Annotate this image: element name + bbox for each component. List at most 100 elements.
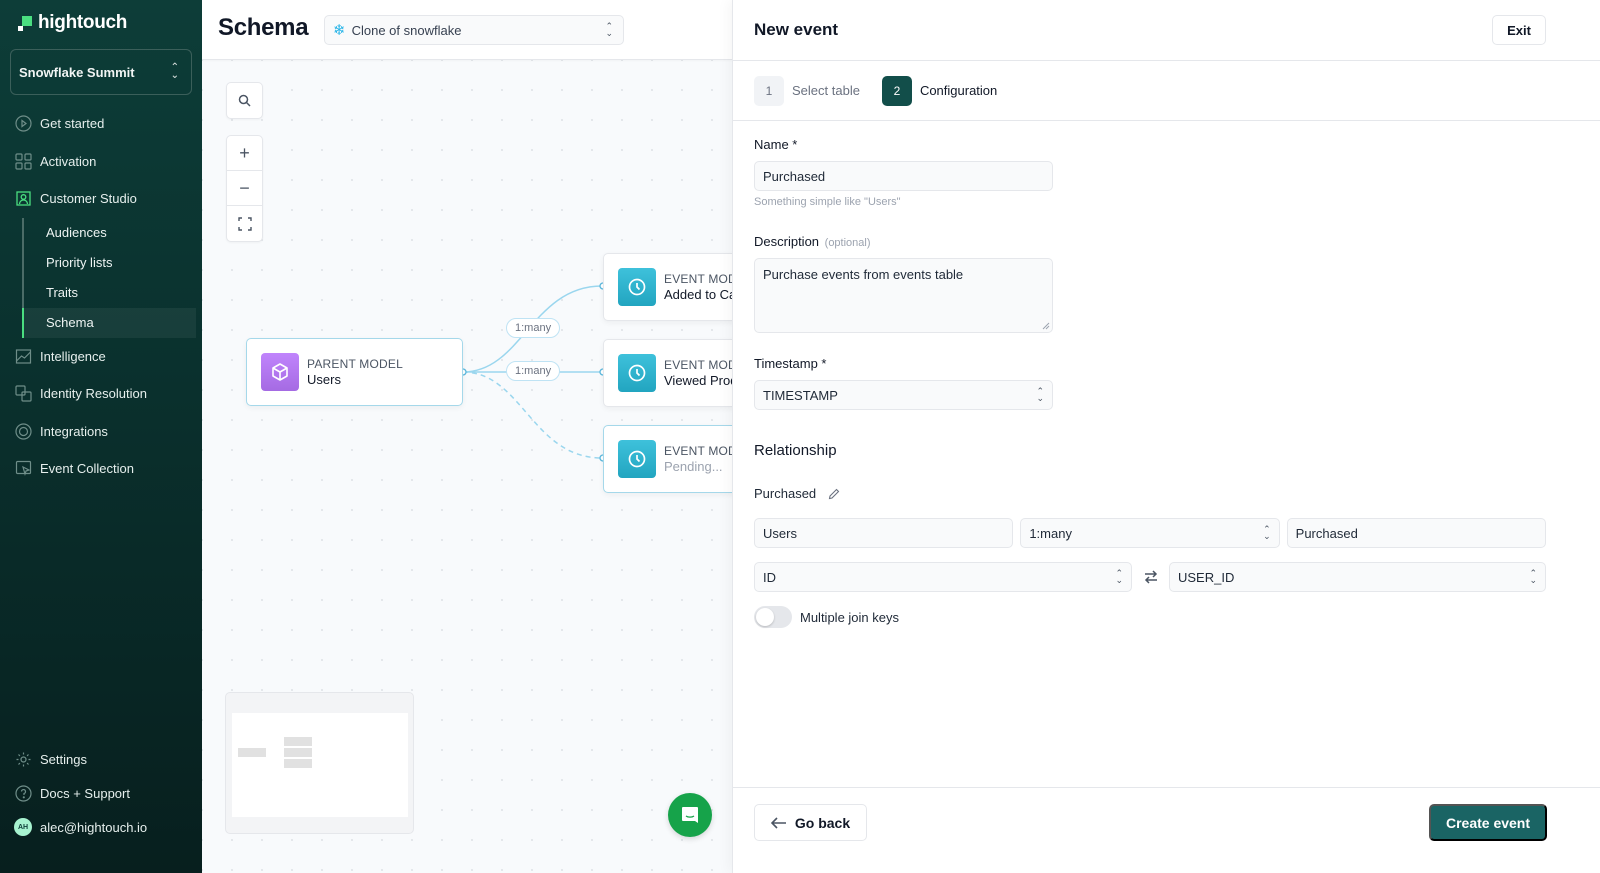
sidebar-item-traits[interactable]: Traits xyxy=(22,278,202,308)
sidebar-item-activation[interactable]: Activation xyxy=(0,143,202,181)
customer-studio-icon xyxy=(14,190,32,208)
workspace-name: Snowflake Summit xyxy=(19,64,135,80)
sidebar-item-docs-support[interactable]: Docs + Support xyxy=(0,776,202,810)
chevron-up-down-icon: ⌃ ⌄ xyxy=(1263,524,1271,541)
node-type: PARENT MODEL xyxy=(307,357,403,371)
sidebar-item-schema[interactable]: Schema xyxy=(22,307,196,338)
step-configuration[interactable]: 2 Configuration xyxy=(881,75,998,106)
join-key-to-select[interactable]: USER_ID ⌃ ⌄ xyxy=(1169,562,1546,592)
name-input[interactable]: Purchased xyxy=(754,161,1053,191)
chevron-up-down-icon: ⌃ ⌄ xyxy=(1036,386,1044,403)
sidebar-item-label: Identity Resolution xyxy=(40,386,147,402)
join-to-value: USER_ID xyxy=(1178,569,1235,585)
relationship-name: Purchased xyxy=(754,486,817,501)
fullscreen-icon xyxy=(237,216,252,231)
relationship-from-model: Users xyxy=(754,518,1014,548)
sidebar: hightouch Snowflake Summit ⌃ ⌄ Get starte… xyxy=(0,0,202,873)
sidebar-item-priority-lists[interactable]: Priority lists xyxy=(22,248,202,278)
snowflake-icon: ❄ xyxy=(333,22,346,39)
description-value: Purchase events from events table xyxy=(763,267,964,282)
minimap-node xyxy=(284,759,312,768)
source-select[interactable]: ❄ Clone of snowflake ⌃ ⌄ xyxy=(324,15,624,45)
sidebar-item-audiences[interactable]: Audiences xyxy=(22,218,202,248)
edge-label[interactable]: 1:many xyxy=(506,318,561,338)
main-nav: Get started Activation Customer Studio A… xyxy=(0,105,202,488)
sidebar-item-label: Event Collection xyxy=(40,461,134,477)
sidebar-item-label: Traits xyxy=(46,285,79,300)
search-icon xyxy=(238,94,251,107)
sidebar-item-integrations[interactable]: Integrations xyxy=(0,413,202,451)
chat-support-button[interactable] xyxy=(668,793,712,837)
workspace-selector[interactable]: Snowflake Summit ⌃ ⌄ xyxy=(10,49,192,95)
step-select-table[interactable]: 1 Select table xyxy=(754,75,860,106)
to-model-value: Purchased xyxy=(1295,525,1358,541)
name-label: Name * xyxy=(754,137,798,152)
node-name: Users xyxy=(307,372,341,387)
description-textarea[interactable]: Purchase events from events table xyxy=(754,258,1053,333)
hightouch-logo[interactable]: hightouch xyxy=(18,12,127,34)
timestamp-select[interactable]: TIMESTAMP ⌃ ⌄ xyxy=(754,380,1053,410)
join-key-from-select[interactable]: ID ⌃ ⌄ xyxy=(754,562,1132,592)
pencil-icon[interactable] xyxy=(828,488,840,500)
identity-icon xyxy=(14,385,32,403)
minus-icon: − xyxy=(239,177,250,198)
sidebar-item-label: Schema xyxy=(46,315,94,330)
sidebar-item-intelligence[interactable]: Intelligence xyxy=(0,338,202,376)
parent-model-node[interactable]: PARENT MODEL Users xyxy=(246,338,463,406)
step-label: Configuration xyxy=(919,83,998,98)
minimap-node xyxy=(284,748,312,757)
sidebar-item-label: Docs + Support xyxy=(40,785,130,801)
exit-button[interactable]: Exit xyxy=(1492,15,1546,45)
sidebar-item-settings[interactable]: Settings xyxy=(0,742,202,776)
multiple-join-keys-label: Multiple join keys xyxy=(800,609,899,625)
canvas-header: Schema ❄ Clone of snowflake ⌃ ⌄ xyxy=(202,0,732,60)
sidebar-item-label: Customer Studio xyxy=(40,191,137,207)
join-from-value: ID xyxy=(763,569,776,585)
sidebar-item-event-collection[interactable]: Event Collection xyxy=(0,450,202,488)
swap-arrows-icon xyxy=(1144,570,1157,584)
relationship-heading: Relationship xyxy=(754,442,837,459)
activation-grid-icon xyxy=(14,152,32,170)
optional-hint: (optional) xyxy=(824,237,871,249)
step-number: 1 xyxy=(754,75,784,106)
sidebar-item-label: Settings xyxy=(40,751,87,767)
cardinality-value: 1:many xyxy=(1029,525,1072,541)
event-model-node-pending[interactable]: EVENT MODEL Pending... xyxy=(603,425,743,493)
fit-view-button[interactable] xyxy=(227,206,262,241)
event-model-node[interactable]: EVENT MODEL Viewed Product xyxy=(603,339,743,407)
name-value: Purchased xyxy=(763,168,826,184)
chevron-up-down-icon: ⌃ ⌄ xyxy=(170,62,179,81)
create-event-button[interactable]: Create event xyxy=(1429,804,1547,841)
resize-handle-icon[interactable] xyxy=(1042,322,1050,330)
stepper: 1 Select table 2 Configuration xyxy=(733,61,1600,121)
panel-title: New event xyxy=(754,20,839,39)
user-menu[interactable]: AH alec@hightouch.io xyxy=(0,810,202,844)
relationship-to-model: Purchased xyxy=(1286,518,1546,548)
sidebar-item-label: Activation xyxy=(40,153,97,169)
search-button[interactable] xyxy=(227,83,262,118)
minimap[interactable] xyxy=(225,692,414,834)
cardinality-select[interactable]: 1:many ⌃ ⌄ xyxy=(1020,518,1280,548)
source-name: Clone of snowflake xyxy=(351,22,462,38)
multiple-join-keys-toggle[interactable] xyxy=(754,606,792,628)
event-model-node[interactable]: EVENT MODEL Added to Cart xyxy=(603,253,743,321)
chevron-up-down-icon: ⌃ ⌄ xyxy=(1115,568,1123,585)
go-back-button[interactable]: Go back xyxy=(754,804,867,841)
help-circle-icon xyxy=(14,784,32,802)
schema-canvas[interactable]: Schema ❄ Clone of snowflake ⌃ ⌄ + − 1:man… xyxy=(202,0,743,873)
swap-button[interactable] xyxy=(1132,570,1169,584)
minimap-viewport xyxy=(232,713,408,817)
sidebar-item-get-started[interactable]: Get started xyxy=(0,105,202,143)
minimap-node xyxy=(238,748,266,757)
sidebar-item-customer-studio[interactable]: Customer Studio xyxy=(0,180,202,218)
zoom-out-button[interactable]: − xyxy=(227,171,262,206)
chevron-up-down-icon: ⌃ ⌄ xyxy=(1529,568,1537,585)
logo-mark-icon xyxy=(18,16,32,31)
play-circle-icon xyxy=(14,115,32,133)
sidebar-item-label: Get started xyxy=(40,116,105,132)
event-form: Name * Purchased Something simple like "… xyxy=(754,121,1554,628)
zoom-in-button[interactable]: + xyxy=(227,136,262,171)
edge-label[interactable]: 1:many xyxy=(506,361,561,381)
integrations-icon xyxy=(14,422,32,440)
sidebar-item-identity-resolution[interactable]: Identity Resolution xyxy=(0,375,202,413)
